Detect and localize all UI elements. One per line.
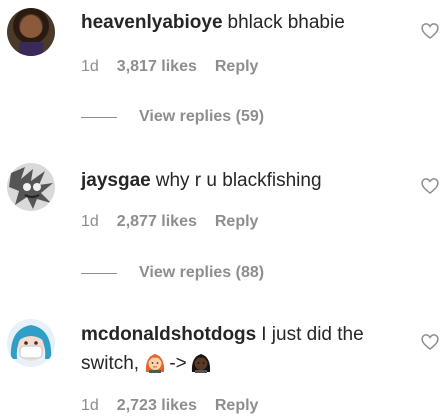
- reply-button[interactable]: Reply: [215, 213, 259, 231]
- view-replies-label: View replies (88): [139, 264, 265, 281]
- comment-username[interactable]: heavenlyabioye: [81, 12, 223, 33]
- comment-line-2: switch, ->: [81, 349, 408, 378]
- replies-divider-line: [81, 116, 117, 118]
- comment-likes[interactable]: 3,817 likes: [117, 58, 197, 76]
- comment-line-1: mcdonaldshotdogs I just did the: [81, 320, 408, 349]
- like-heart-icon[interactable]: [420, 332, 440, 352]
- avatar[interactable]: [7, 8, 55, 56]
- comment-meta: 1d 2,723 likes Reply: [81, 397, 258, 415]
- comment-text: mcdonaldshotdogs I just did the switch, -…: [81, 320, 408, 378]
- comment-body-continued: switch,: [81, 353, 140, 374]
- avatar[interactable]: [7, 163, 55, 211]
- dark-skin-woman-emoji-icon: [191, 354, 210, 373]
- like-heart-icon[interactable]: [420, 176, 440, 196]
- comment-body: why r u blackfishing: [155, 170, 322, 191]
- comment-time: 1d: [81, 397, 99, 414]
- view-replies-button[interactable]: View replies (88): [81, 264, 264, 282]
- comment-username[interactable]: mcdonaldshotdogs: [81, 324, 256, 345]
- comment-time: 1d: [81, 213, 99, 230]
- replies-divider-line: [81, 272, 117, 274]
- red-haired-woman-emoji-icon: [146, 354, 165, 373]
- comment-time: 1d: [81, 58, 99, 75]
- comment-body: bhlack bhabie: [227, 12, 345, 33]
- comment-meta: 1d 2,877 likes Reply: [81, 213, 258, 231]
- comment-meta: 1d 3,817 likes Reply: [81, 58, 258, 76]
- view-replies-label: View replies (59): [139, 108, 265, 125]
- avatar[interactable]: [7, 319, 55, 367]
- view-replies-button[interactable]: View replies (59): [81, 108, 264, 126]
- arrow-text: ->: [169, 353, 187, 374]
- comment-username[interactable]: jaysgae: [81, 170, 151, 191]
- reply-button[interactable]: Reply: [215, 58, 259, 76]
- comment-text: heavenlyabioye bhlack bhabie: [81, 8, 408, 37]
- comment-likes[interactable]: 2,723 likes: [117, 397, 197, 415]
- comment-likes[interactable]: 2,877 likes: [117, 213, 197, 231]
- reply-button[interactable]: Reply: [215, 397, 259, 415]
- comment-body: I just did the: [261, 324, 364, 345]
- like-heart-icon[interactable]: [420, 21, 440, 41]
- comment-text: jaysgae why r u blackfishing: [81, 166, 408, 195]
